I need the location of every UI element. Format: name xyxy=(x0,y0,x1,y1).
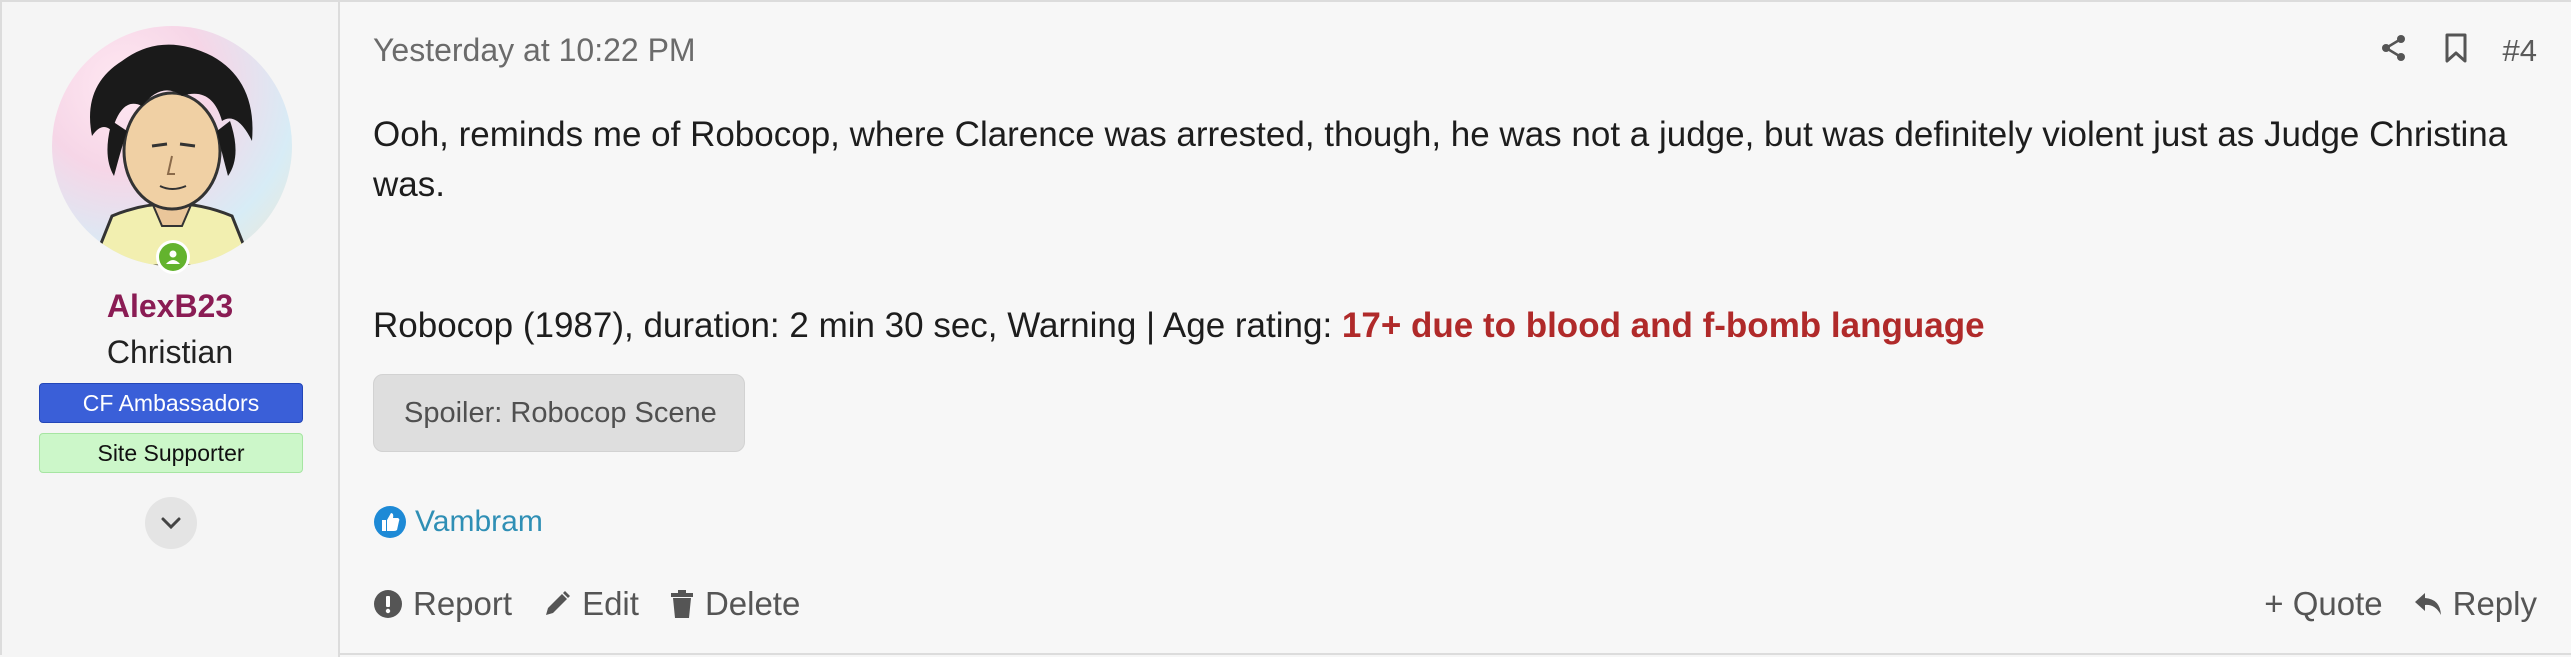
share-icon xyxy=(2381,35,2405,61)
delete-button[interactable]: Delete xyxy=(669,585,800,623)
edit-button[interactable]: Edit xyxy=(542,585,639,623)
report-button[interactable]: Report xyxy=(373,585,512,623)
quote-button[interactable]: + Quote xyxy=(2264,585,2382,623)
user-title: Christian xyxy=(106,334,234,370)
username[interactable]: AlexB23 xyxy=(2,288,338,325)
avatar[interactable] xyxy=(52,26,292,274)
spoiler-button[interactable]: Spoiler: Robocop Scene xyxy=(373,374,745,452)
delete-label: Delete xyxy=(704,585,801,622)
expand-user-button[interactable] xyxy=(145,497,197,549)
edit-icon xyxy=(546,591,571,615)
post-number-link[interactable]: #4 xyxy=(2503,33,2537,69)
like-icon xyxy=(374,506,406,538)
age-rating-warning: 17+ due to blood and f-bomb language xyxy=(1341,306,1985,345)
post-footer-actions: Report Edit Delete xyxy=(373,585,800,623)
bookmark-button[interactable] xyxy=(2443,32,2469,69)
share-button[interactable] xyxy=(2379,33,2409,68)
reply-button[interactable]: Reply xyxy=(2413,585,2537,623)
post-footer-right-actions: + Quote Reply xyxy=(2264,585,2537,623)
post-body: Yesterday at 10:22 PM #4 Ooh, reminds me… xyxy=(340,2,2571,657)
post-top-actions: #4 xyxy=(2379,32,2537,69)
post-message: Ooh, reminds me of Robocop, where Claren… xyxy=(373,115,2508,204)
bookmark-icon xyxy=(2445,33,2467,63)
report-label: Report xyxy=(413,585,513,622)
edit-label: Edit xyxy=(582,585,639,622)
report-icon xyxy=(374,590,402,618)
post-timestamp[interactable]: Yesterday at 10:22 PM xyxy=(373,32,696,69)
delete-icon xyxy=(670,590,693,618)
video-info-text: Robocop (1987), duration: 2 min 30 sec, … xyxy=(373,306,1342,345)
user-info-column: AlexB23 Christian CF Ambassadors Site Su… xyxy=(2,2,340,657)
reactor-link[interactable]: Vambram xyxy=(415,505,543,539)
video-info-line: Robocop (1987), duration: 2 min 30 sec, … xyxy=(373,306,1985,346)
banner-cf-ambassadors: CF Ambassadors xyxy=(39,383,303,423)
online-status-icon xyxy=(156,240,190,274)
post: AlexB23 Christian CF Ambassadors Site Su… xyxy=(0,0,2571,657)
reactions-bar: Vambram xyxy=(373,505,543,539)
reply-label: Reply xyxy=(2452,585,2537,622)
banner-site-supporter: Site Supporter xyxy=(39,433,303,473)
chevron-down-icon xyxy=(161,517,181,530)
reply-icon xyxy=(2414,593,2441,615)
avatar-image xyxy=(90,44,254,266)
